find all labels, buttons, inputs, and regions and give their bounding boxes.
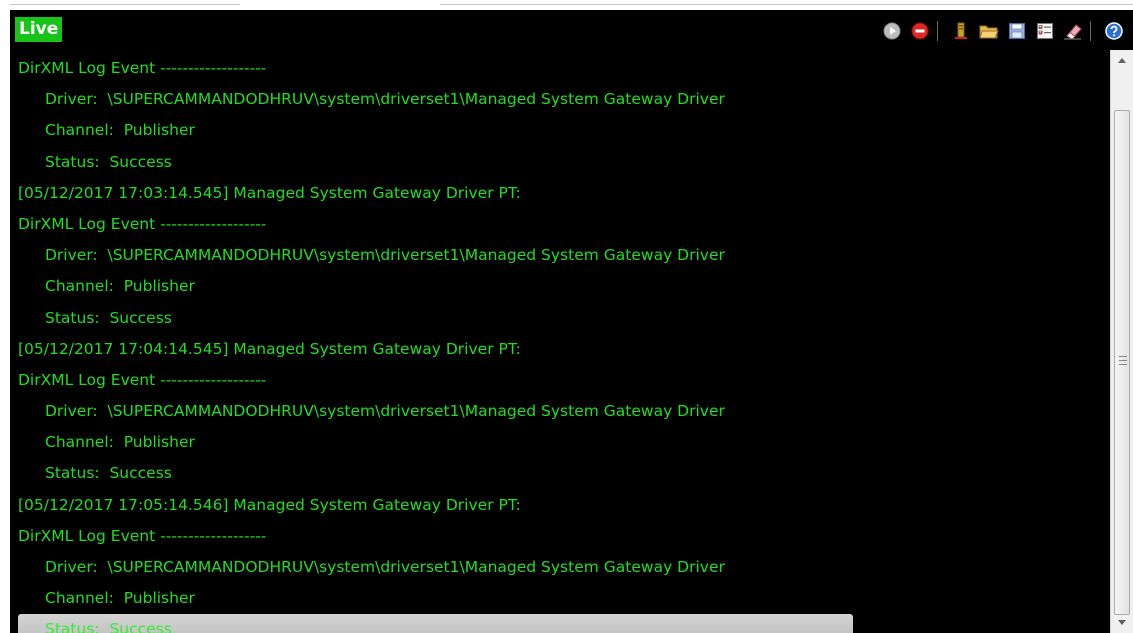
- log-line[interactable]: Driver: \SUPERCAMMANDODHRUV\system\drive…: [18, 240, 1103, 271]
- scroll-thumb[interactable]: [1114, 110, 1130, 615]
- vertical-scrollbar[interactable]: [1110, 50, 1133, 633]
- log-line[interactable]: [05/12/2017 17:03:14.545] Managed System…: [18, 178, 1103, 209]
- scroll-down-arrow-icon[interactable]: [1111, 613, 1133, 633]
- top-divider-right: [440, 4, 1133, 5]
- log-line[interactable]: Channel: Publisher: [18, 583, 1103, 614]
- log-line[interactable]: DirXML Log Event -------------------: [18, 521, 1103, 552]
- log-line[interactable]: Channel: Publisher: [18, 115, 1103, 146]
- log-line[interactable]: DirXML Log Event -------------------: [18, 365, 1103, 396]
- live-log-console: Live DirXML Log Event ------------------…: [10, 10, 1133, 633]
- toolbar-separator: [937, 21, 938, 41]
- log-line[interactable]: Status: Success: [18, 303, 1103, 334]
- checklist-icon[interactable]: [1034, 20, 1056, 42]
- open-folder-icon[interactable]: [978, 20, 1000, 42]
- log-line[interactable]: Driver: \SUPERCAMMANDODHRUV\system\drive…: [18, 84, 1103, 115]
- log-line[interactable]: Status: Success: [18, 147, 1103, 178]
- scroll-grip-icon: [1119, 356, 1127, 365]
- log-toolbar: [875, 20, 1125, 42]
- scroll-up-arrow-icon[interactable]: [1111, 50, 1133, 70]
- log-line[interactable]: Channel: Publisher: [18, 271, 1103, 302]
- eraser-icon[interactable]: [1062, 20, 1084, 42]
- live-badge: Live: [15, 17, 63, 42]
- log-line[interactable]: Driver: \SUPERCAMMANDODHRUV\system\drive…: [18, 552, 1103, 583]
- stop-icon[interactable]: [909, 20, 931, 42]
- log-line[interactable]: DirXML Log Event -------------------: [18, 209, 1103, 240]
- toolbar-separator: [1090, 21, 1091, 41]
- log-line[interactable]: [05/12/2017 17:04:14.545] Managed System…: [18, 334, 1103, 365]
- log-line[interactable]: Driver: \SUPERCAMMANDODHRUV\system\drive…: [18, 396, 1103, 427]
- save-icon[interactable]: [1006, 20, 1028, 42]
- log-line-selected[interactable]: Status: Success: [18, 614, 853, 633]
- log-line[interactable]: DirXML Log Event -------------------: [18, 53, 1103, 84]
- log-lines: DirXML Log Event ------------------- Driv…: [18, 53, 1103, 633]
- log-line[interactable]: Status: Success: [18, 458, 1103, 489]
- play-icon[interactable]: [881, 20, 903, 42]
- window-top-edge: [0, 0, 1133, 10]
- log-line[interactable]: Channel: Publisher: [18, 427, 1103, 458]
- log-line[interactable]: [05/12/2017 17:05:14.546] Managed System…: [18, 490, 1103, 521]
- help-icon[interactable]: [1103, 20, 1125, 42]
- top-divider-left: [10, 4, 240, 5]
- trace-icon[interactable]: [950, 20, 972, 42]
